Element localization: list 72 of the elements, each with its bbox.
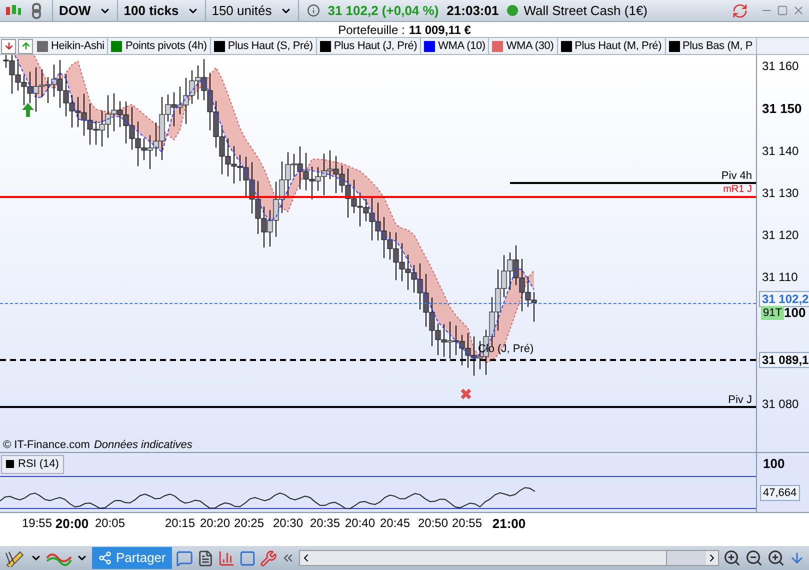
level-label: Piv 4h [721,171,752,182]
time-tick: 20:05 [94,517,126,529]
down-arrow-icon [4,41,14,51]
level-label: Piv J [728,395,752,406]
price-tick: 31 150 [762,102,802,115]
up-arrow-icon [22,103,34,117]
time-tick: 21:00 [492,517,526,530]
tick-count-badge: 91T [761,306,784,320]
rsi-value-tag: 47,664 [760,485,800,501]
up-arrow-icon [20,41,30,51]
indicator-tag[interactable]: Plus Haut (J, Pré) [316,38,422,54]
portfolio-value: 11 009,11 € [408,22,471,38]
level-label: mR1 J [723,185,752,195]
indicator-tag[interactable]: Points pivots (4h) [108,38,211,54]
time-tick: 20:30 [272,517,304,529]
bars-icon[interactable] [218,550,235,566]
price-tick: 31 110 [762,271,798,283]
interval-dropdown[interactable]: 100 ticks [118,0,206,21]
time-tick: 20:50 [418,517,448,529]
time-tick: 20:40 [344,517,376,529]
scroll-end-icon[interactable] [789,550,805,566]
indicator-tag[interactable]: WMA (30) [489,38,558,54]
current-price-tag: 31 102,2 [759,291,809,307]
info-icon[interactable] [306,4,320,17]
rsi-max-label: 100 [763,455,785,473]
price-tick: 31 160 [762,60,799,72]
time-text: 21:03:01 [446,2,499,20]
refresh-icon[interactable] [732,2,748,18]
close-icon[interactable] [792,4,805,17]
down-arrow-button[interactable] [1,38,16,54]
time-tick: 20:55 [452,517,482,529]
indicator-tag[interactable]: Plus Haut (M, Pré) [558,38,666,54]
price-tick: 31 120 [762,229,799,241]
scroll-thumb[interactable] [666,551,706,565]
time-tick: 20:20 [200,517,230,529]
quote-text: 31 102,2 (+0,04 %) [328,2,439,20]
chat-icon[interactable] [176,550,193,566]
share-button[interactable]: Partager [92,547,172,569]
color-swatch [6,460,14,468]
wrench-icon[interactable] [260,550,277,566]
price-tick: 31 080 [762,398,799,410]
time-tick: 19:55 [22,517,52,529]
price-tick: 31 130 [762,187,799,199]
pencil-icon[interactable] [4,549,26,567]
portfolio-label: Portefeuille : [338,22,405,38]
indicator-tag[interactable]: Plus Haut (S, Pré) [210,38,317,54]
zoom-fit-icon[interactable] [723,549,741,567]
disclaimer-text: Données indicatives [94,440,192,451]
time-tick: 20:35 [310,517,340,529]
price-tick: 100 [784,306,806,320]
cross-icon [460,388,472,400]
up-arrow-button[interactable] [18,38,33,54]
rsi-legend: RSI (14) [1,455,64,474]
zoom-out-icon[interactable] [745,549,763,567]
link-icon[interactable] [30,2,44,18]
time-tick: 20:15 [164,517,196,529]
time-tick: 20:45 [380,517,410,529]
price-tick: 31 140 [762,145,799,157]
indicator-tag[interactable]: WMA (10) [421,38,490,54]
time-tick: 20:00 [55,517,89,530]
maximize-icon[interactable] [777,5,788,16]
indicator-tag[interactable]: Plus Bas (M, P [666,38,756,54]
indicator-tag[interactable]: Heikin-Ashi [34,38,108,54]
close-price-tag: 31 089,1 [759,352,809,368]
copyright-text: © IT-Finance.com [3,440,90,451]
zoom-in-icon[interactable] [767,549,785,567]
share-icon [98,551,112,565]
document-icon[interactable] [196,550,214,566]
market-name: Wall Street Cash (1€) [524,2,648,20]
time-tick: 20:25 [234,517,264,529]
instrument-dropdown[interactable]: DOW [53,0,118,21]
units-dropdown[interactable]: 150 unités [206,0,299,21]
